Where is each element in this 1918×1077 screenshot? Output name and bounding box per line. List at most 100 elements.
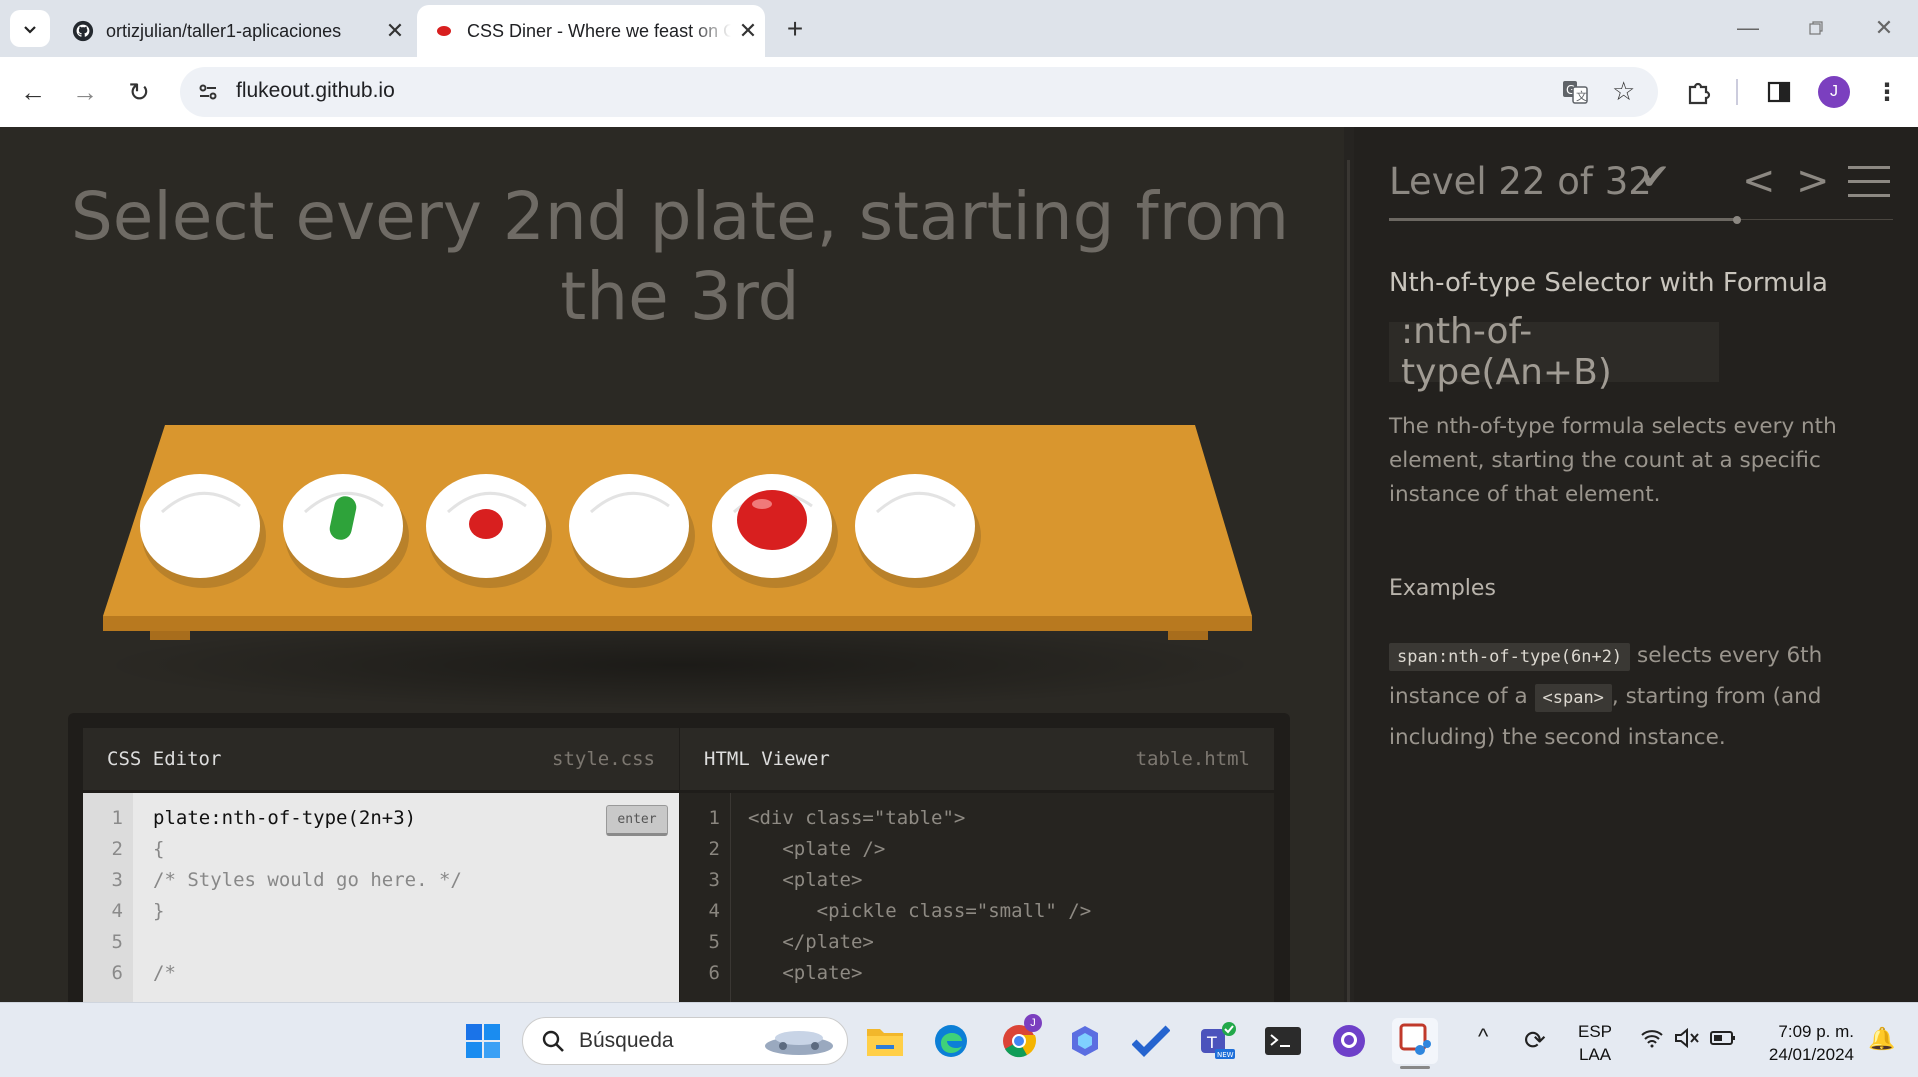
tab-github[interactable]: ortizjulian/taller1-aplicaciones ✕ <box>60 5 412 57</box>
html-line[interactable]: 6 <plate> <box>680 958 1274 989</box>
wifi-icon[interactable] <box>1640 1028 1664 1053</box>
search-placeholder: Búsqueda <box>579 1029 674 1052</box>
search-highlight-icon <box>761 1024 837 1064</box>
example-code: span:nth-of-type(6n+2) <box>1389 643 1631 671</box>
small-apple[interactable] <box>469 509 503 539</box>
svg-text:文: 文 <box>1576 89 1587 103</box>
previous-level-button[interactable]: < <box>1742 158 1776 204</box>
level-indicator: Level 22 of 32 <box>1389 160 1652 203</box>
teams-app[interactable]: T NEW <box>1194 1018 1240 1064</box>
file-explorer-app[interactable] <box>862 1018 908 1064</box>
address-bar[interactable]: flukeout.github.io G文 ☆ <box>180 67 1658 117</box>
extensions-button[interactable] <box>1680 73 1718 111</box>
github-icon <box>72 20 94 42</box>
close-tab-icon[interactable]: ✕ <box>731 18 765 44</box>
edge-browser-app[interactable] <box>928 1018 974 1064</box>
minimize-icon: — <box>1737 15 1759 40</box>
level-instruction: Select every 2nd plate, starting from th… <box>70 178 1290 335</box>
forward-button[interactable]: → <box>66 73 104 111</box>
example-text: span:nth-of-type(6n+2) selects every 6th… <box>1389 636 1869 758</box>
side-panel-icon <box>1767 81 1791 103</box>
browser-tab-strip: ortizjulian/taller1-aplicaciones ✕ CSS D… <box>0 0 1918 57</box>
html-line[interactable]: 4 <pickle class="small" /> <box>680 896 1274 927</box>
minimize-button[interactable]: — <box>1724 8 1772 48</box>
github-desktop-app[interactable] <box>1326 1018 1372 1064</box>
edge-icon <box>935 1025 967 1057</box>
language-indicator[interactable]: ESP LAA <box>1578 1020 1612 1066</box>
css-line: 5 <box>111 931 123 953</box>
tab-search-button[interactable] <box>10 10 50 47</box>
css-editor-filename: style.css <box>552 748 655 770</box>
taskbar-search[interactable]: Búsqueda <box>522 1017 848 1065</box>
clock[interactable]: 7:09 p. m. 24/01/2024 <box>1758 1020 1854 1066</box>
html-line[interactable]: 2 <plate /> <box>680 834 1274 865</box>
windows-logo-icon <box>466 1024 500 1058</box>
puzzle-icon <box>1688 82 1711 105</box>
tray-overflow-button[interactable]: ^ <box>1478 1024 1488 1050</box>
svg-text:T: T <box>1206 1033 1217 1052</box>
snipping-tool-app[interactable] <box>1392 1018 1438 1064</box>
chevron-right-icon: > <box>1796 158 1830 204</box>
close-window-button[interactable]: ✕ <box>1860 8 1908 48</box>
clock-date: 24/01/2024 <box>1768 1045 1854 1064</box>
arrow-right-icon: → <box>72 76 98 107</box>
selector-syntax: :nth-of-type(An+B) <box>1389 311 1719 393</box>
close-tab-icon[interactable]: ✕ <box>378 18 412 44</box>
apple[interactable] <box>737 490 807 550</box>
sync-icon[interactable]: ⟳ <box>1524 1025 1546 1056</box>
copilot-app[interactable] <box>1062 1018 1108 1064</box>
html-line[interactable]: 5 </plate> <box>680 927 1274 958</box>
svg-text:NEW: NEW <box>1217 1051 1234 1059</box>
tab-title: CSS Diner - Where we feast on CSS Select… <box>467 20 731 41</box>
level-progress-marker <box>1733 216 1741 224</box>
next-level-button[interactable]: > <box>1796 158 1830 204</box>
hamburger-menu-icon <box>1848 166 1890 197</box>
language-code: ESP <box>1578 1022 1613 1041</box>
terminal-icon <box>1265 1027 1301 1055</box>
side-panel-button[interactable] <box>1760 73 1798 111</box>
html-viewer-header: HTML Viewer table.html <box>680 728 1274 790</box>
volume-muted-icon[interactable] <box>1674 1027 1700 1053</box>
tab-title: ortizjulian/taller1-aplicaciones <box>106 20 342 41</box>
kebab-menu-icon: ⋮ <box>1875 78 1899 106</box>
new-tab-button[interactable]: + <box>778 12 812 46</box>
copilot-icon <box>1072 1026 1098 1056</box>
back-button[interactable]: ← <box>14 73 52 111</box>
close-icon: ✕ <box>1874 15 1894 40</box>
css-line: 4} <box>111 900 165 922</box>
chevron-down-icon <box>24 25 36 34</box>
chrome-app[interactable]: J <box>996 1014 1042 1064</box>
restore-button[interactable] <box>1792 8 1840 48</box>
browser-menu-button[interactable]: ⋮ <box>1868 73 1906 111</box>
html-line[interactable]: 3 <plate> <box>680 865 1274 896</box>
level-progress-bar <box>1389 218 1739 221</box>
panel-divider-line <box>1347 160 1350 1002</box>
terminal-app[interactable] <box>1260 1018 1306 1064</box>
profile-avatar[interactable]: J <box>1818 76 1850 108</box>
html-line[interactable]: 1 <div class="table"> <box>680 803 1274 834</box>
bookmark-star-icon[interactable]: ☆ <box>1612 76 1635 107</box>
translate-icon[interactable]: G文 <box>1562 79 1588 110</box>
windows-start-button[interactable] <box>460 1018 506 1064</box>
checkmark-app-icon <box>1132 1025 1170 1057</box>
site-settings-icon[interactable] <box>196 80 220 109</box>
level-sidebar <box>1354 127 1918 1002</box>
css-selector-input[interactable]: plate:nth-of-type(2n+3) <box>153 803 416 834</box>
reload-icon: ↻ <box>128 76 150 107</box>
css-editor-title: CSS Editor <box>107 748 222 770</box>
reload-button[interactable]: ↻ <box>120 73 158 111</box>
chrome-profile-badge: J <box>1024 1014 1042 1032</box>
teams-icon: TNEW <box>1201 1022 1236 1059</box>
snipping-tool-icon <box>1399 1023 1431 1055</box>
level-menu-button[interactable] <box>1848 165 1890 199</box>
notifications-bell-icon[interactable]: 🔔 <box>1868 1026 1895 1052</box>
enter-button[interactable]: enter <box>606 805 668 836</box>
checkmark-icon: ✔ <box>1640 156 1671 197</box>
tab-css-diner[interactable]: CSS Diner - Where we feast on CSS Select… <box>417 5 765 57</box>
apple-highlight <box>752 499 772 509</box>
url-text[interactable]: flukeout.github.io <box>236 79 395 103</box>
battery-icon[interactable] <box>1710 1030 1736 1051</box>
todo-app[interactable] <box>1128 1018 1174 1064</box>
css-line: 6/* <box>111 962 176 984</box>
css-line: 1 plate:nth-of-type(2n+3) <box>83 803 679 834</box>
